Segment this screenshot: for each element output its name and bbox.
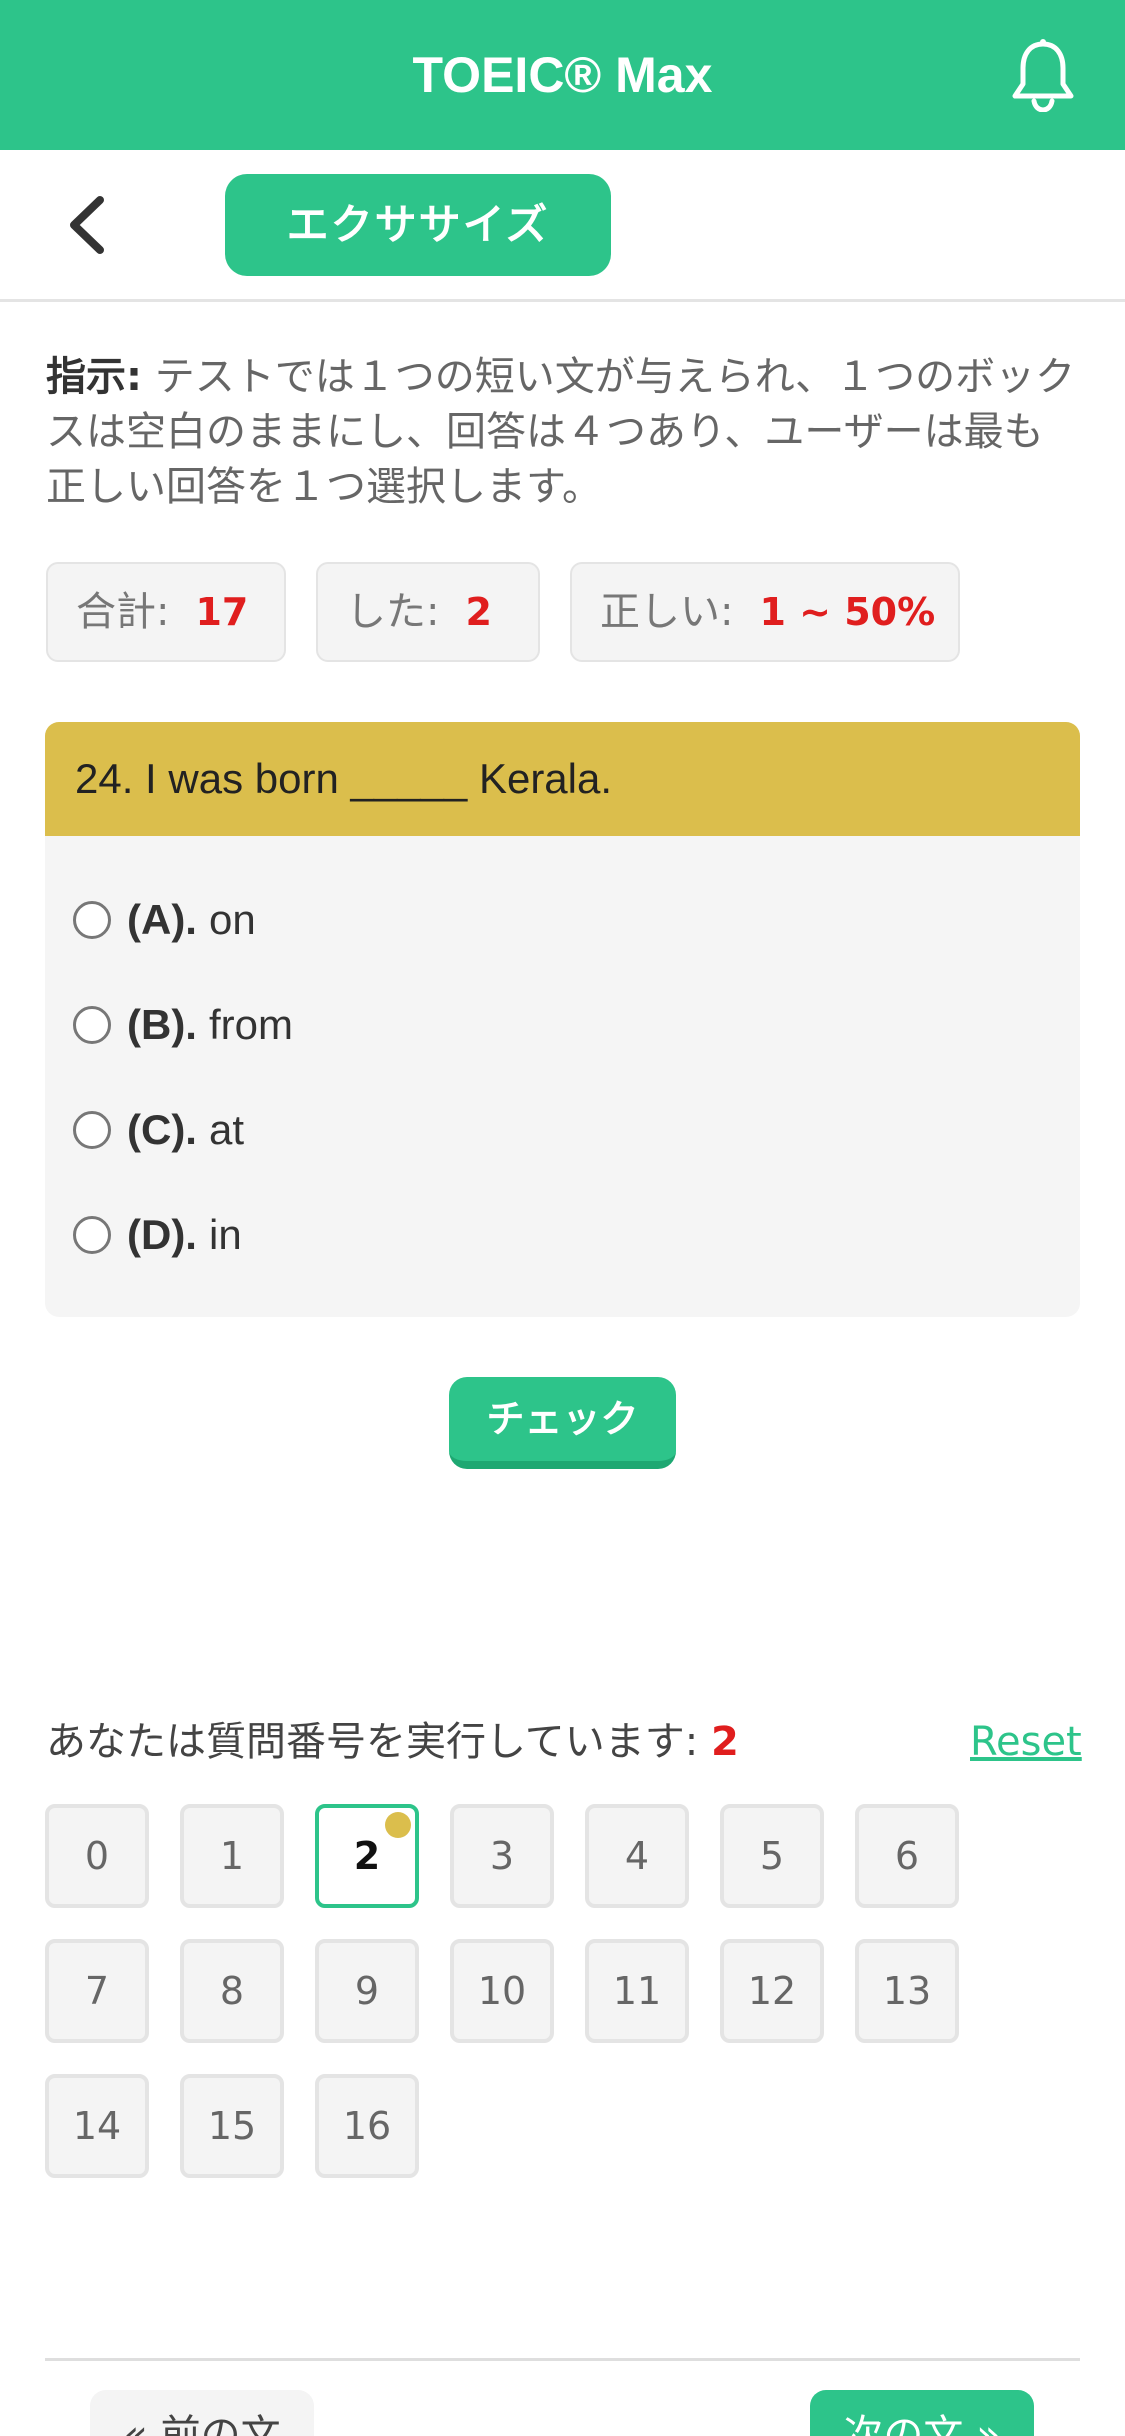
question-number-3[interactable]: 3 (450, 1804, 554, 1908)
stat-correct-label: 正しい: (600, 589, 734, 635)
next-sentence-button[interactable]: 次の文 » (810, 2390, 1034, 2436)
reset-link[interactable]: Reset (970, 1712, 1082, 1772)
instruction-text: 指示: テストでは１つの短い文が与えられ、１つのボックスは空白のままにし、回答は… (46, 350, 1076, 515)
option-text: from (208, 1001, 293, 1048)
question-number-14[interactable]: 14 (45, 2074, 149, 2178)
option-letter: (D). (127, 1211, 197, 1258)
question-number-8[interactable]: 8 (180, 1939, 284, 2043)
question-number-4[interactable]: 4 (585, 1804, 689, 1908)
radio-icon[interactable] (73, 1215, 111, 1254)
stat-correct-value: 1 ~ 50% (759, 590, 936, 634)
progress-current-number: 2 (711, 1719, 739, 1765)
stat-done-label: した: (346, 589, 440, 635)
option-b[interactable]: (B). from (73, 985, 293, 1065)
question-number-6[interactable]: 6 (855, 1804, 959, 1908)
radio-icon[interactable] (73, 900, 111, 939)
question-number-10[interactable]: 10 (450, 1939, 554, 2043)
question-number-11[interactable]: 11 (585, 1939, 689, 2043)
option-a[interactable]: (A). on (73, 880, 256, 960)
question-number-1[interactable]: 1 (180, 1804, 284, 1908)
stat-done: した: 2 (316, 562, 540, 662)
stat-total-value: 17 (195, 590, 249, 634)
question-number-9[interactable]: 9 (315, 1939, 419, 2043)
previous-sentence-button[interactable]: « 前の文 (90, 2390, 314, 2436)
option-letter: (B). (127, 1001, 197, 1048)
radio-icon[interactable] (73, 1005, 111, 1044)
stat-total: 合計: 17 (46, 562, 286, 662)
option-text: in (208, 1211, 242, 1258)
bottom-divider (45, 2358, 1080, 2361)
question-number-5[interactable]: 5 (720, 1804, 824, 1908)
current-indicator-dot (385, 1812, 411, 1838)
question-text: 24. I was born _____ Kerala. (45, 722, 1080, 836)
stat-correct: 正しい: 1 ~ 50% (570, 562, 960, 662)
question-card: 24. I was born _____ Kerala. (A). on (B).… (45, 722, 1080, 1317)
radio-icon[interactable] (73, 1110, 111, 1149)
chevron-left-icon[interactable] (62, 190, 112, 260)
question-number-13[interactable]: 13 (855, 1939, 959, 2043)
option-text: at (208, 1106, 245, 1153)
question-number-16[interactable]: 16 (315, 2074, 419, 2178)
question-number-label: 2 (353, 1834, 381, 1878)
option-text: on (208, 896, 256, 943)
option-d[interactable]: (D). in (73, 1195, 242, 1275)
option-c[interactable]: (C). at (73, 1090, 244, 1170)
stat-total-label: 合計: (76, 589, 170, 635)
question-number-12[interactable]: 12 (720, 1939, 824, 2043)
app-title: TOEIC® Max (412, 47, 713, 103)
question-number-0[interactable]: 0 (45, 1804, 149, 1908)
question-number-15[interactable]: 15 (180, 2074, 284, 2178)
stat-done-value: 2 (465, 590, 492, 634)
exercise-mode-button[interactable]: エクササイズ (225, 174, 611, 276)
option-letter: (A). (127, 896, 197, 943)
question-number-7[interactable]: 7 (45, 1939, 149, 2043)
option-letter: (C). (127, 1106, 197, 1153)
progress-label: あなたは質問番号を実行しています: 2 (46, 1712, 739, 1772)
question-number-2[interactable]: 2 (315, 1804, 419, 1908)
instruction-body: テストでは１つの短い文が与えられ、１つのボックスは空白のままにし、回答は４つあり… (46, 354, 1076, 510)
progress-label-text: あなたは質問番号を実行しています: (46, 1719, 699, 1765)
check-button[interactable]: チェック (449, 1377, 676, 1469)
instruction-label: 指示: (46, 354, 142, 400)
bell-icon[interactable] (1010, 38, 1076, 112)
